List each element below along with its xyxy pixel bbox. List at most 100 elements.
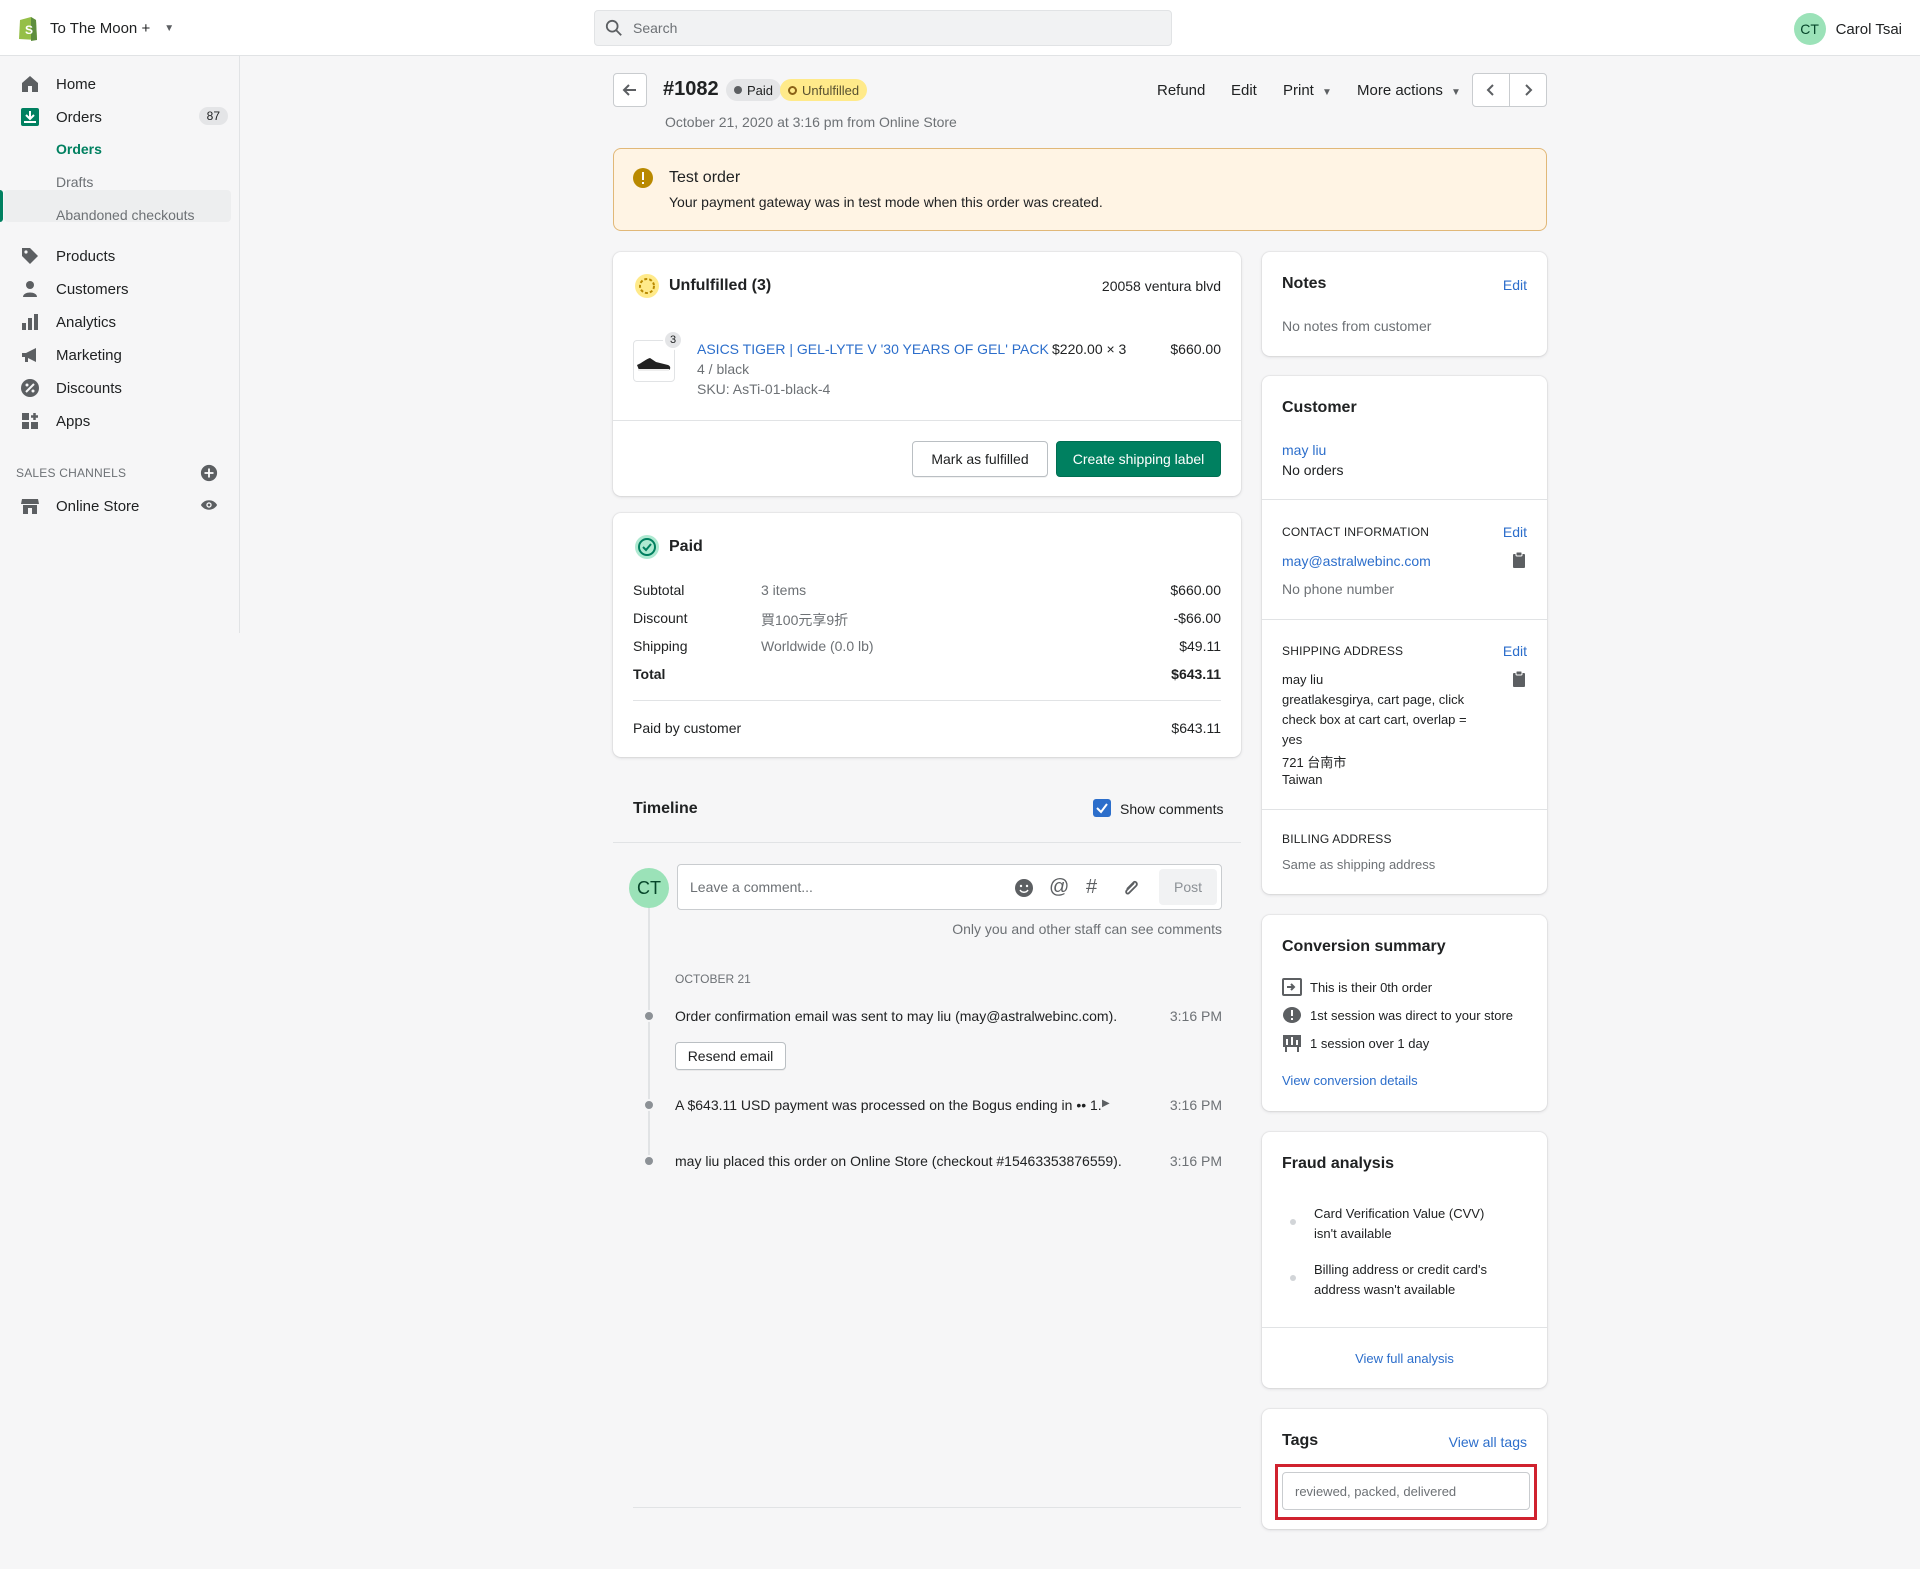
subtotal-desc: 3 items [761, 582, 807, 598]
payment-card: Paid Subtotal 3 items $660.00 Discount 買… [613, 513, 1241, 757]
total-amount: $643.11 [1171, 666, 1221, 682]
sidebar-item-label: Orders [56, 108, 102, 126]
customer-phone: No phone number [1282, 581, 1395, 597]
warning-icon [632, 167, 654, 192]
shipping-edit-link[interactable]: Edit [1503, 643, 1527, 659]
quantity-badge: 3 [663, 330, 683, 350]
store-switcher[interactable]: S To The Moon + ▼ [16, 14, 174, 42]
timeline-dot [643, 1099, 655, 1111]
sidebar-item-discounts[interactable]: Discounts [0, 372, 240, 404]
add-channel-icon[interactable] [200, 464, 218, 485]
discount-desc: 買100元享9折 [761, 612, 849, 628]
sidebar-item-label: Apps [56, 412, 91, 430]
sidebar-item-customers[interactable]: Customers [0, 273, 240, 305]
home-icon [20, 74, 40, 94]
page-title: #1082 [663, 78, 719, 100]
arrow-left-icon [622, 84, 636, 96]
eye-icon[interactable] [200, 498, 218, 515]
previous-order-button[interactable] [1472, 73, 1510, 107]
shipping-heading: SHIPPING ADDRESS [1282, 644, 1404, 658]
view-full-analysis-link[interactable]: View full analysis [1262, 1351, 1547, 1366]
user-menu[interactable]: CT Carol Tsai [1793, 13, 1902, 45]
sales-channels-heading: SALES CHANNELS [16, 466, 127, 480]
sidebar-item-label: Analytics [56, 313, 117, 331]
sidebar-item-marketing[interactable]: Marketing [0, 339, 240, 371]
user-name: Carol Tsai [1835, 20, 1902, 38]
back-button[interactable] [613, 73, 647, 107]
customer-email-link[interactable]: may@astralwebinc.com [1282, 553, 1431, 569]
sessions-icon [1282, 1034, 1302, 1055]
fulfillment-location: 20058 ventura blvd [1101, 278, 1221, 294]
checkmark-icon [1096, 803, 1108, 814]
sidebar-subitem-abandoned-checkouts[interactable]: Abandoned checkouts [56, 207, 195, 223]
event-text[interactable]: A $643.11 USD payment was processed on t… [675, 1097, 1102, 1113]
sidebar-subitem-orders[interactable]: Orders [56, 141, 102, 157]
person-icon [20, 279, 40, 299]
info-icon [1282, 1006, 1302, 1027]
active-indicator [0, 190, 3, 222]
divider [1262, 809, 1547, 810]
chevron-down-icon: ▼ [164, 22, 175, 34]
emoji-icon[interactable] [1014, 878, 1034, 901]
clipboard-icon[interactable] [1512, 551, 1526, 572]
fraud-card: Fraud analysis Card Verification Value (… [1262, 1132, 1547, 1388]
sidebar-item-apps[interactable]: Apps [0, 405, 240, 437]
attachment-icon[interactable] [1121, 878, 1141, 901]
discount-icon [20, 378, 40, 398]
mark-as-fulfilled-button[interactable]: Mark as fulfilled [912, 441, 1048, 477]
post-button[interactable]: Post [1159, 869, 1217, 905]
conversion-line: 1st session was direct to your store [1310, 1008, 1514, 1023]
fraud-item: Billing address or credit card's [1314, 1262, 1487, 1277]
resend-email-button[interactable]: Resend email [675, 1042, 786, 1070]
next-order-button[interactable] [1509, 73, 1547, 107]
fulfillment-title: Unfulfilled (3) [669, 277, 772, 294]
avatar: CT [1793, 13, 1826, 45]
print-button[interactable]: Print ▼ [1283, 82, 1332, 99]
product-link[interactable]: ASICS TIGER | GEL-LYTE V '30 YEARS OF GE… [697, 341, 1049, 357]
status-dot-icon [734, 86, 742, 94]
show-comments-checkbox[interactable] [1093, 799, 1111, 817]
bar-chart-icon [20, 312, 40, 332]
store-icon [20, 496, 40, 516]
billing-heading: BILLING ADDRESS [1282, 832, 1392, 846]
tags-input[interactable]: reviewed, packed, delivered [1282, 1472, 1530, 1510]
view-all-tags-link[interactable]: View all tags [1449, 1434, 1527, 1450]
mention-icon[interactable]: @ [1049, 876, 1069, 899]
sidebar-item-home[interactable]: Home [0, 68, 240, 100]
orders-icon [20, 107, 40, 127]
ship-line: yes [1282, 732, 1303, 747]
edit-order-button[interactable]: Edit [1231, 82, 1257, 99]
sidebar-subitem-drafts[interactable]: Drafts [56, 174, 93, 190]
customer-name-link[interactable]: may liu [1282, 442, 1326, 458]
refund-button[interactable]: Refund [1157, 82, 1205, 99]
sidebar-item-orders[interactable]: Orders 87 [0, 101, 240, 133]
check-circle-icon [633, 533, 661, 564]
sidebar-item-products[interactable]: Products [0, 240, 240, 272]
discount-label: Discount [633, 610, 688, 626]
hashtag-icon[interactable]: # [1086, 876, 1097, 899]
order-date: October 21, 2020 at 3:16 pm from Online … [665, 114, 957, 130]
notes-edit-link[interactable]: Edit [1503, 277, 1527, 293]
shipping-desc: Worldwide (0.0 lb) [761, 638, 874, 654]
comment-box: Leave a comment... @ # Post [677, 864, 1222, 910]
status-badge-label: Paid [747, 82, 774, 98]
create-shipping-label-button[interactable]: Create shipping label [1056, 441, 1221, 477]
clipboard-icon[interactable] [1512, 670, 1526, 691]
chevron-down-icon: ▼ [1322, 87, 1332, 98]
avatar: CT [629, 868, 669, 908]
contact-edit-link[interactable]: Edit [1503, 524, 1527, 540]
sidebar-item-label: Marketing [56, 346, 122, 364]
status-badge-paid: Paid [726, 79, 782, 101]
top-bar: S To The Moon + ▼ Search CT Carol Tsai [0, 0, 1920, 56]
more-actions-button[interactable]: More actions ▼ [1357, 82, 1461, 99]
tags-title: Tags [1282, 1432, 1319, 1449]
store-name: To The Moon + [50, 19, 151, 37]
notes-text: No notes from customer [1282, 318, 1432, 334]
more-actions-label: More actions [1357, 82, 1443, 99]
view-conversion-details-link[interactable]: View conversion details [1282, 1073, 1418, 1088]
status-badge-unfulfilled: Unfulfilled [780, 79, 868, 101]
caret-right-icon[interactable]: ▶ [1102, 1098, 1110, 1109]
search-input[interactable]: Search [594, 10, 1172, 46]
sidebar-item-analytics[interactable]: Analytics [0, 306, 240, 338]
comment-input[interactable]: Leave a comment... [690, 879, 813, 895]
